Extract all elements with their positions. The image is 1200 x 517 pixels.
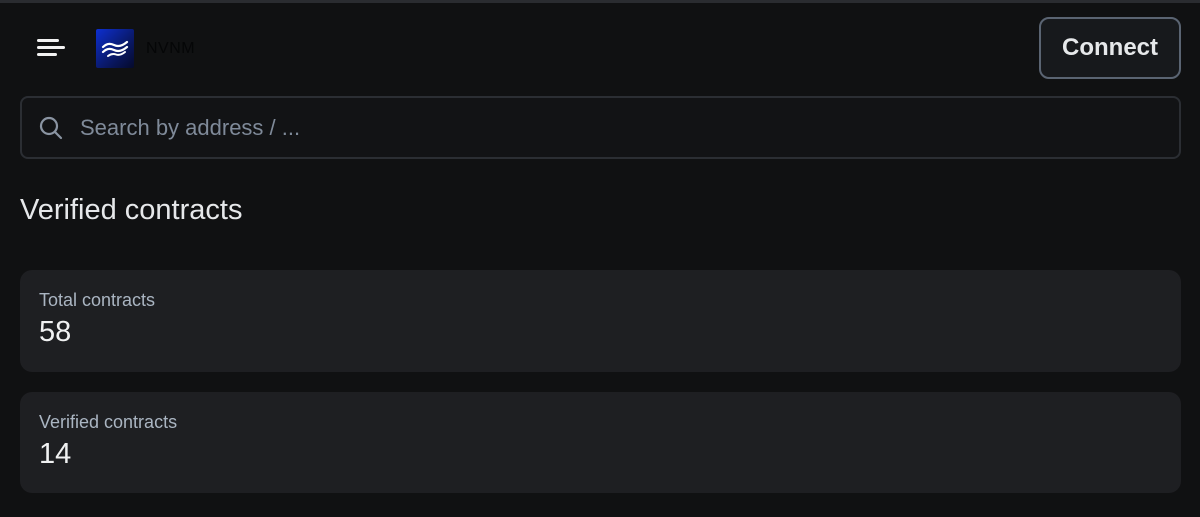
logo-text: NVNM: [146, 39, 196, 57]
stat-card-verified-contracts: Verified contracts 14: [20, 392, 1181, 493]
menu-line: [37, 39, 59, 42]
logo[interactable]: NVNM: [96, 29, 195, 68]
stat-label: Verified contracts: [39, 412, 178, 432]
stat-value: 58: [39, 316, 72, 348]
top-border: [0, 0, 1200, 3]
page-title: Verified contracts: [20, 194, 243, 226]
search-icon: [39, 116, 63, 139]
menu-line: [37, 53, 57, 56]
stat-card-total-contracts: Total contracts 58: [20, 270, 1181, 372]
stat-value: 14: [39, 438, 72, 470]
page: NVNM Connect Verified contracts Total co…: [0, 0, 1200, 517]
hamburger-menu-icon[interactable]: [34, 36, 68, 62]
search-input[interactable]: [80, 107, 1179, 148]
search-bar[interactable]: [20, 96, 1181, 159]
menu-line: [37, 46, 65, 49]
waves-logo-icon: [96, 29, 134, 68]
stat-label: Total contracts: [39, 290, 156, 310]
connect-button[interactable]: Connect: [1039, 17, 1181, 79]
